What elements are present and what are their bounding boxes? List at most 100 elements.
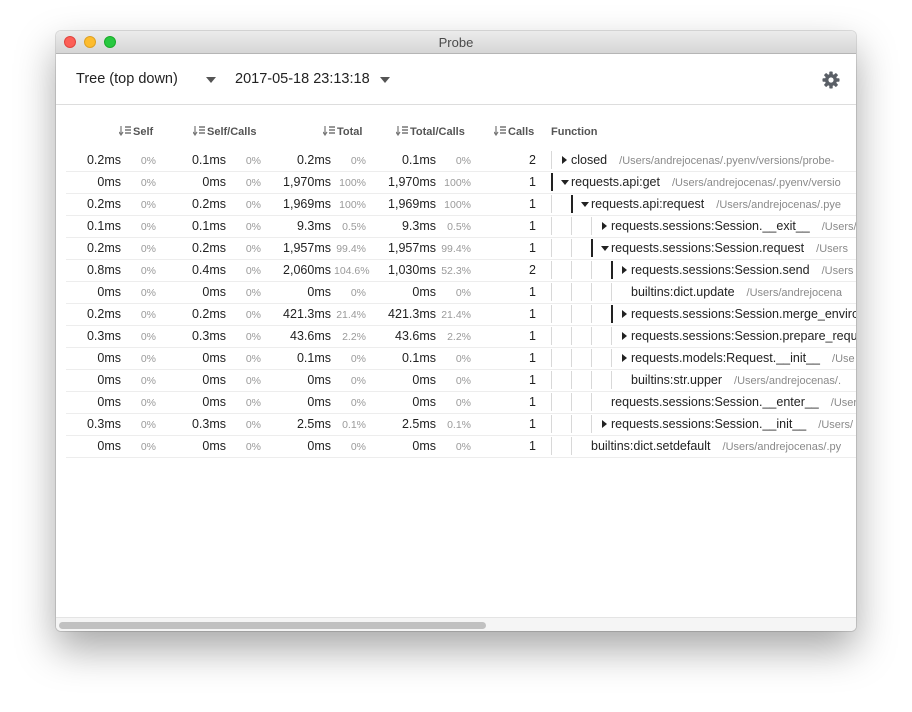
tree-guide-line	[551, 261, 552, 279]
cell-calls: 1	[529, 329, 536, 343]
function-cell: requests.sessions:Session.__exit__ /Users…	[551, 215, 856, 237]
column-header-total-calls[interactable]: Total/Calls	[396, 126, 465, 138]
tree-guide-line	[571, 261, 572, 279]
cell-self-calls: 0ms	[202, 285, 226, 299]
function-entry: closed/Users/andrejocenas/.pyenv/version…	[571, 153, 834, 167]
tree-guide-line	[611, 371, 612, 389]
function-cell: closed/Users/andrejocenas/.pyenv/version…	[551, 149, 856, 171]
table-row[interactable]: 0.1ms 0% 0.1ms 0% 9.3ms 0.5% 9.3ms 0.5% 1 request…	[66, 215, 856, 238]
column-header-self[interactable]: Self	[119, 126, 153, 138]
disclosure-expanded-icon[interactable]	[581, 202, 589, 207]
tree-guide-line	[571, 327, 572, 345]
cell-self-calls: 0ms	[202, 439, 226, 453]
function-entry: requests.sessions:Session.__init__ /Users…	[611, 417, 853, 431]
table-row[interactable]: 0.8ms 0% 0.4ms 0% 2,060ms 104.6% 1,030ms 52.3% 2…	[66, 259, 856, 282]
table-row[interactable]: 0ms 0% 0ms 0% 0.1ms 0% 0.1ms 0% 1 requests.models…	[66, 347, 856, 370]
column-header-self-calls[interactable]: Self/Calls	[193, 126, 257, 138]
cell-self-calls-pct: 0%	[245, 375, 261, 387]
cell-self: 0.2ms	[86, 197, 121, 211]
column-header-calls[interactable]: Calls	[494, 126, 534, 138]
cell-total-pct: 21.4%	[336, 309, 366, 321]
cell-total-pct: 0.5%	[342, 221, 366, 233]
function-name: requests.sessions:Session.prepare_requ	[631, 329, 856, 343]
cell-total-calls: 1,030ms	[388, 263, 436, 277]
tree-guide-line	[551, 371, 552, 389]
table-row[interactable]: 0.3ms 0% 0.3ms 0% 43.6ms 2.2% 43.6ms 2.2% 1 reque…	[66, 325, 856, 348]
column-header-function-label: Function	[551, 126, 598, 138]
cell-self-pct: 0%	[140, 331, 156, 343]
gear-icon[interactable]	[821, 70, 841, 90]
tree-guide-line	[571, 305, 572, 323]
title-bar[interactable]: Probe	[56, 31, 856, 54]
cell-total-calls: 1,970ms	[388, 175, 436, 189]
cell-self-pct: 0%	[140, 177, 156, 189]
table-row[interactable]: 0ms 0% 0ms 0% 0ms 0% 0ms 0% 1 builtins:str.upper /…	[66, 369, 856, 392]
sort-icon	[323, 126, 335, 136]
cell-total-calls: 0ms	[412, 285, 436, 299]
column-header-function[interactable]: Function	[551, 126, 597, 138]
disclosure-collapsed-icon[interactable]	[622, 354, 627, 362]
table-row[interactable]: 0.3ms 0% 0.3ms 0% 2.5ms 0.1% 2.5ms 0.1% 1 request…	[66, 413, 856, 436]
cell-self-pct: 0%	[140, 309, 156, 321]
table-row[interactable]: 0ms 0% 0ms 0% 0ms 0% 0ms 0% 1 requests.sessions:S…	[66, 391, 856, 414]
cell-self-pct: 0%	[140, 375, 156, 387]
function-name: builtins:dict.setdefault	[591, 439, 711, 453]
cell-self-calls-pct: 0%	[245, 397, 261, 409]
disclosure-collapsed-icon[interactable]	[622, 266, 627, 274]
disclosure-collapsed-icon[interactable]	[602, 420, 607, 428]
disclosure-collapsed-icon[interactable]	[622, 310, 627, 318]
toolbar: Tree (top down) 2017-05-18 23:13:18	[56, 54, 856, 105]
table-row[interactable]: 0.2ms 0% 0.2ms 0% 421.3ms 21.4% 421.3ms 21.4% 1 r…	[66, 303, 856, 326]
cell-self: 0.2ms	[86, 241, 121, 255]
tree-guide-line	[571, 393, 572, 411]
disclosure-collapsed-icon[interactable]	[622, 332, 627, 340]
cell-total-calls: 0ms	[412, 395, 436, 409]
cell-total-calls-pct: 0%	[455, 397, 471, 409]
cell-self: 0ms	[97, 395, 121, 409]
cell-self-pct: 0%	[140, 199, 156, 211]
tree-guide-line	[611, 261, 613, 279]
tree-guide-line	[571, 371, 572, 389]
disclosure-collapsed-icon[interactable]	[602, 222, 607, 230]
tree-guide-line	[571, 283, 572, 301]
cell-self-calls: 0ms	[202, 395, 226, 409]
cell-self-calls: 0.4ms	[191, 263, 226, 277]
disclosure-expanded-icon[interactable]	[601, 246, 609, 251]
cell-self-calls-pct: 0%	[245, 199, 261, 211]
table-row[interactable]: 0ms 0% 0ms 0% 0ms 0% 0ms 0% 1 builtins:dict.setde…	[66, 435, 856, 458]
table-row[interactable]: 0.2ms 0% 0.2ms 0% 1,969ms 100% 1,969ms 100% 1 req…	[66, 193, 856, 216]
tree-guide-line	[571, 349, 572, 367]
table-row[interactable]: 0ms 0% 0ms 0% 0ms 0% 0ms 0% 1 builtins:dict.updat…	[66, 281, 856, 304]
column-header-total[interactable]: Total	[323, 126, 362, 138]
cell-self-calls-pct: 0%	[245, 419, 261, 431]
cell-self-calls: 0.3ms	[191, 417, 226, 431]
scrollbar-thumb[interactable]	[59, 622, 486, 629]
function-file-path: /Users	[821, 265, 854, 277]
function-cell: builtins:dict.setdefault/Users/andrejoce…	[551, 435, 856, 457]
table-row[interactable]: 0.2ms 0% 0.1ms 0% 0.2ms 0% 0.1ms 0% 2 closed/User…	[66, 149, 856, 172]
sort-icon	[119, 126, 131, 136]
cell-total-pct: 0%	[350, 287, 366, 299]
tree-guide-line	[591, 371, 592, 389]
cell-calls: 1	[529, 219, 536, 233]
snapshot-dropdown[interactable]: 2017-05-18 23:13:18	[235, 71, 390, 87]
cell-calls: 1	[529, 175, 536, 189]
tree-guide-line	[611, 327, 612, 345]
cell-total-calls-pct: 0.1%	[447, 419, 471, 431]
table-row[interactable]: 0.2ms 0% 0.2ms 0% 1,957ms 99.4% 1,957ms 99.4% 1 r…	[66, 237, 856, 260]
view-mode-dropdown[interactable]: Tree (top down)	[76, 71, 216, 87]
cell-self-calls-pct: 0%	[245, 441, 261, 453]
horizontal-scrollbar[interactable]	[56, 617, 856, 631]
function-entry: requests.sessions:Session.request/Users	[611, 241, 848, 255]
function-cell: builtins:str.upper/Users/andrejocenas/.	[551, 369, 856, 391]
cell-calls: 2	[529, 153, 536, 167]
cell-self: 0.8ms	[86, 263, 121, 277]
table-row[interactable]: 0ms 0% 0ms 0% 1,970ms 100% 1,970ms 100% 1 request…	[66, 171, 856, 194]
disclosure-collapsed-icon[interactable]	[562, 156, 567, 164]
cell-self: 0ms	[97, 285, 121, 299]
cell-total-calls: 0ms	[412, 373, 436, 387]
disclosure-expanded-icon[interactable]	[561, 180, 569, 185]
function-entry: requests.sessions:Session.send/Users	[631, 263, 853, 277]
cell-self-calls: 0.2ms	[191, 241, 226, 255]
cell-self-calls: 0ms	[202, 175, 226, 189]
